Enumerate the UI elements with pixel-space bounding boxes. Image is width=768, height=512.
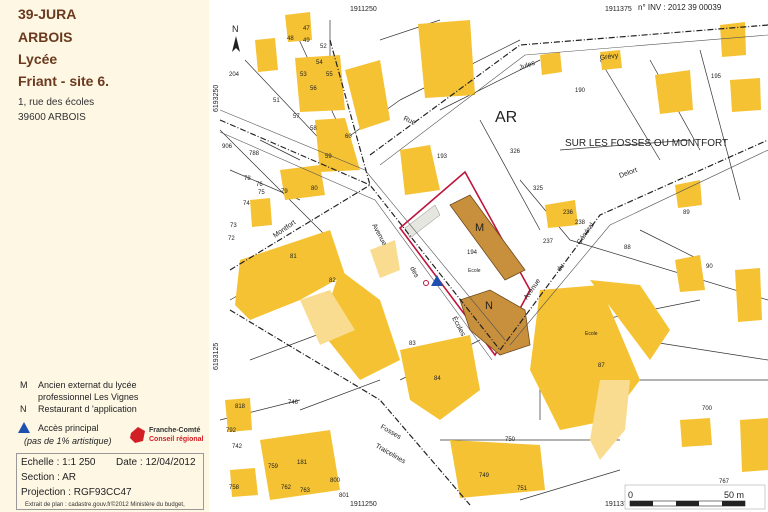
parcel-number: 47 [303, 26, 310, 32]
region-logo-icon [130, 427, 145, 443]
parcel-number: 801 [339, 493, 350, 499]
legend-access-note: (pas de 1% artistique) [24, 436, 112, 446]
parcel-number: 906 [222, 144, 233, 150]
parcel-number: 194 [467, 250, 478, 256]
building-n-label: N [485, 300, 493, 312]
parcel-number: 751 [517, 486, 528, 492]
scalebar-end: 50 m [724, 490, 744, 500]
credit-text: Extrait de plan : cadastre.gouv.fr©2012 … [25, 502, 185, 508]
parcel-number: 181 [297, 460, 308, 466]
parcel-number: 800 [330, 478, 341, 484]
parcel-number: 237 [543, 239, 554, 245]
dept-title: 39-JURA [18, 6, 77, 22]
parcel-number: 74 [243, 201, 250, 207]
parcel-number: 193 [437, 154, 448, 160]
parcel-number: 54 [316, 60, 323, 66]
parcel-number: 53 [300, 72, 307, 78]
parcel-number: 55 [326, 72, 333, 78]
coord-left-bottom: 6193125 [213, 343, 220, 370]
parcel-number: 238 [575, 220, 586, 226]
parcel-number: 59 [325, 154, 332, 160]
parcel-number: 195 [711, 74, 722, 80]
legend-n-key: N [20, 404, 27, 414]
parcel-number: 767 [719, 479, 730, 485]
parcel-number: 749 [479, 473, 490, 479]
parcel-number: 78 [244, 176, 251, 182]
parcel-number: 84 [434, 376, 441, 382]
parcel-number: 762 [281, 485, 292, 491]
section-text: Section : AR [21, 472, 77, 483]
parcel-number: 788 [249, 151, 260, 157]
parcel-number: 79 [281, 189, 288, 195]
parcel-number: 58 [310, 126, 317, 132]
legend-n-text: Restaurant d 'application [38, 404, 137, 414]
projection-text: Projection : RGF93CC47 [21, 487, 132, 498]
date-text: Date : 12/04/2012 [116, 457, 196, 468]
parcel-number: 48 [287, 36, 294, 42]
legend-m-key: M [20, 380, 28, 390]
parcel-number: 82 [329, 278, 336, 284]
parcel-number: 81 [290, 254, 297, 260]
parcel-number: 56 [310, 86, 317, 92]
parcel-number: 750 [505, 437, 516, 443]
parcel-number: 75 [258, 190, 265, 196]
type-title: Lycée [18, 51, 58, 67]
parcel-number: 742 [232, 444, 243, 450]
postcode-city: 39600 ARBOIS [18, 112, 86, 123]
parcel-number: 792 [226, 428, 237, 434]
coord-top-right: 1911375 [605, 6, 632, 13]
ecole-label-1: Ecole [468, 268, 481, 274]
legend-access-label: Accès principal [38, 423, 99, 433]
street-address: 1, rue des écoles [18, 97, 95, 108]
site-title: Friant - site 6. [18, 73, 110, 89]
parcel-number: 49 [303, 38, 310, 44]
parcel-number: 73 [230, 223, 237, 229]
north-label: N [232, 24, 239, 34]
logo-line2: Conseil régional [149, 436, 204, 443]
access-arrow-icon [18, 422, 30, 433]
parcel-number: 80 [311, 186, 318, 192]
ecole-label-2: Ecole [585, 331, 598, 337]
coord-bottom-left: 1911250 [350, 501, 377, 508]
coord-left-top: 6193250 [213, 85, 220, 112]
lieu-dit: SUR LES FOSSES OU MONTFORT [565, 138, 728, 149]
parcel-number: 83 [409, 341, 416, 347]
parcel-number: 700 [702, 406, 713, 412]
legend-m-text1: Ancien externat du lycée [38, 380, 137, 390]
legend-panel: 39-JURA ARBOIS Lycée Friant - site 6. 1,… [0, 0, 210, 512]
coord-top-left: 1911250 [350, 6, 377, 13]
parcel-number: 89 [683, 210, 690, 216]
inventory-number: n° INV : 2012 39 00039 [638, 3, 722, 12]
parcel-number: 51 [273, 98, 280, 104]
parcel-number: 746 [288, 400, 299, 406]
parcel-number: 52 [320, 44, 327, 50]
parcel-number: 190 [575, 88, 586, 94]
town-title: ARBOIS [18, 29, 73, 45]
parcel-number: 76 [256, 182, 263, 188]
scalebar-start: 0 [628, 490, 633, 500]
cadastral-map[interactable]: 1911250 1911375 1911250 1911375 6193250 … [209, 0, 768, 512]
parcel-number: 60 [345, 134, 352, 140]
scale-text: Echelle : 1:1 250 [21, 457, 96, 468]
legend-m-text2: professionnel Les Vignes [38, 392, 139, 402]
parcel-number: 88 [624, 245, 631, 251]
parcel-number: 818 [235, 404, 246, 410]
parcel-number: 57 [293, 114, 300, 120]
parcel-number: 204 [229, 72, 240, 78]
parcel-number: 759 [268, 464, 279, 470]
parcel-number: 87 [598, 363, 605, 369]
parcel-number: 325 [533, 186, 544, 192]
parcel-number: 72 [228, 236, 235, 242]
parcel-number: 326 [510, 149, 521, 155]
parcel-number: 236 [563, 210, 574, 216]
section-label: AR [495, 109, 517, 126]
building-m-label: M [475, 222, 484, 234]
parcel-number: 763 [300, 488, 311, 494]
parcel-number: 90 [706, 264, 713, 270]
parcel-number: 758 [229, 485, 240, 491]
